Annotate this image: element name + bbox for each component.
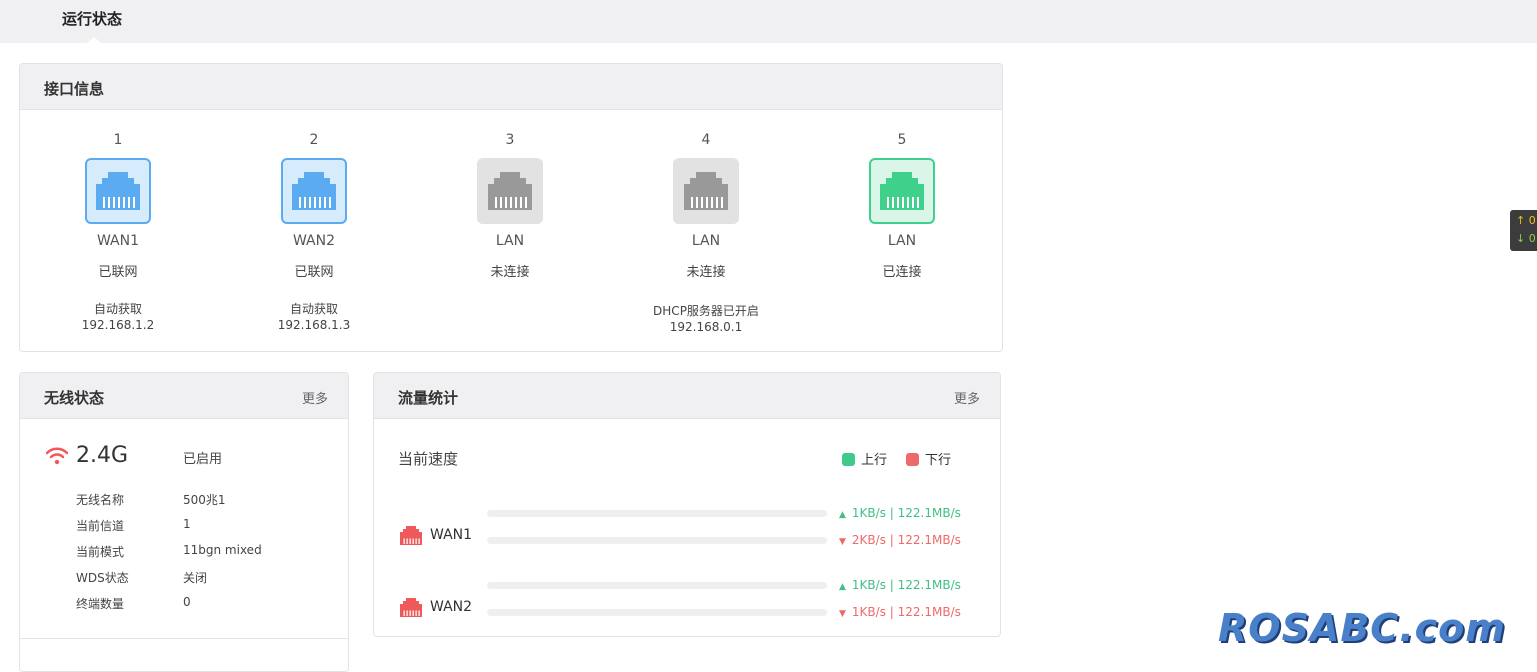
port-mode: DHCP服务器已开启 <box>653 304 759 318</box>
legend-swatch-down <box>906 453 919 466</box>
ethernet-port-icon <box>292 172 336 210</box>
port-status: 已联网 <box>294 265 334 280</box>
wifi-icon <box>46 447 68 465</box>
wifi-row-label: 无线名称 <box>76 493 125 507</box>
wifi-band: 2.4G <box>76 443 129 468</box>
port-ip: 192.168.1.2 <box>81 318 155 332</box>
port-name: LAN <box>691 233 721 249</box>
port-status: 未连接 <box>490 265 530 280</box>
wifi-row-value: 关闭 <box>183 571 208 585</box>
legend-up-label: 上行 <box>861 453 888 468</box>
download-bar <box>487 609 827 616</box>
wireless-status-panel: 无线状态 更多 2.4G 已启用 无线名称 500兆1 当前信道 1 当前模式 … <box>19 372 349 672</box>
port-ip: 192.168.0.1 <box>669 320 743 334</box>
port-name: WAN1 <box>96 233 140 249</box>
port-box[interactable] <box>673 158 739 224</box>
legend-down-label: 下行 <box>925 453 952 468</box>
ethernet-port-icon <box>488 172 532 210</box>
tab-running-status[interactable]: 运行状态 <box>62 8 122 29</box>
float-down: ↓ 0 <box>1516 232 1536 245</box>
port-status: 已联网 <box>98 265 138 280</box>
more-link[interactable]: 更多 <box>302 388 328 407</box>
wan-name: WAN1 <box>430 527 473 543</box>
port-number: 5 <box>897 132 907 148</box>
port-mode: 自动获取 <box>93 302 142 316</box>
download-rate: ▼ 2KB/s | 122.1MB/s <box>839 533 961 547</box>
port-box[interactable] <box>281 158 347 224</box>
wifi-row-value: 11bgn mixed <box>183 543 262 557</box>
active-tab-caret <box>87 37 101 43</box>
float-up: ↑ 0 <box>1516 214 1536 227</box>
port-box[interactable] <box>477 158 543 224</box>
wifi-row-value: 500兆1 <box>183 493 226 507</box>
download-rate: ▼ 1KB/s | 122.1MB/s <box>839 605 961 619</box>
ethernet-port-icon <box>400 526 422 545</box>
download-bar <box>487 537 827 544</box>
port-box[interactable] <box>85 158 151 224</box>
down-arrow-icon: ▼ <box>839 609 846 619</box>
traffic-stats-panel: 流量统计 更多 当前速度 上行 下行 WAN1 ▲ 1KB/s | 122.1MB… <box>373 372 1001 637</box>
panel-title: 流量统计 <box>398 389 459 407</box>
port-name: LAN <box>495 233 525 249</box>
port-ip: 192.168.1.3 <box>277 318 351 332</box>
current-speed-label: 当前速度 <box>398 450 459 468</box>
wifi-row-label: WDS状态 <box>76 571 129 585</box>
up-arrow-icon: ▲ <box>839 510 846 520</box>
up-arrow-icon: ▲ <box>839 582 846 592</box>
port-name: WAN2 <box>292 233 336 249</box>
panel-title: 接口信息 <box>44 80 105 98</box>
port-mode: 自动获取 <box>289 302 338 316</box>
wan1-traffic-row: WAN1 ▲ 1KB/s | 122.1MB/s ▼ 2KB/s | 122.1MB… <box>374 493 1000 553</box>
port-number: 4 <box>701 132 711 148</box>
top-tab-bar: 运行状态 <box>0 0 1537 43</box>
upload-rate: ▲ 1KB/s | 122.1MB/s <box>839 578 961 592</box>
upload-bar <box>487 510 827 517</box>
port-box[interactable] <box>869 158 935 224</box>
wan2-traffic-row: WAN2 ▲ 1KB/s | 122.1MB/s ▼ 1KB/s | 122.1MB… <box>374 565 1000 625</box>
wifi-row-value: 1 <box>183 517 191 531</box>
wifi-state: 已启用 <box>183 452 223 467</box>
upload-rate: ▲ 1KB/s | 122.1MB/s <box>839 506 961 520</box>
legend-down: 下行 <box>906 449 951 468</box>
ethernet-port-icon <box>96 172 140 210</box>
watermark: ROSABC.com <box>1218 606 1506 650</box>
ethernet-port-icon <box>400 598 422 617</box>
panel-header: 无线状态 更多 <box>20 373 348 419</box>
upload-bar <box>487 582 827 589</box>
legend-up: 上行 <box>842 449 887 468</box>
interface-info-panel: 接口信息 1 WAN1 已联网 自动获取 192.168.1.2 2 WAN2 … <box>19 63 1003 352</box>
wifi-row-label: 终端数量 <box>76 597 125 611</box>
legend-swatch-up <box>842 453 855 466</box>
wifi-row-value: 0 <box>183 595 191 609</box>
panel-header: 流量统计 更多 <box>374 373 1000 419</box>
port-name: LAN <box>887 233 917 249</box>
floating-speed-widget[interactable]: ↑ 0 ↓ 0 <box>1510 210 1537 251</box>
wifi-row-label: 当前信道 <box>76 519 125 533</box>
port-number: 1 <box>113 132 123 148</box>
port-status: 已连接 <box>882 265 922 280</box>
ethernet-port-icon <box>684 172 728 210</box>
more-link[interactable]: 更多 <box>954 388 980 407</box>
wifi-row-label: 当前模式 <box>76 545 125 559</box>
panel-title: 无线状态 <box>44 389 105 407</box>
port-status: 未连接 <box>686 265 726 280</box>
wan-name: WAN2 <box>430 599 473 615</box>
divider <box>20 638 348 639</box>
port-number: 2 <box>309 132 319 148</box>
port-number: 3 <box>505 132 515 148</box>
ethernet-port-icon <box>880 172 924 210</box>
panel-header: 接口信息 <box>20 64 1002 110</box>
down-arrow-icon: ▼ <box>839 537 846 547</box>
